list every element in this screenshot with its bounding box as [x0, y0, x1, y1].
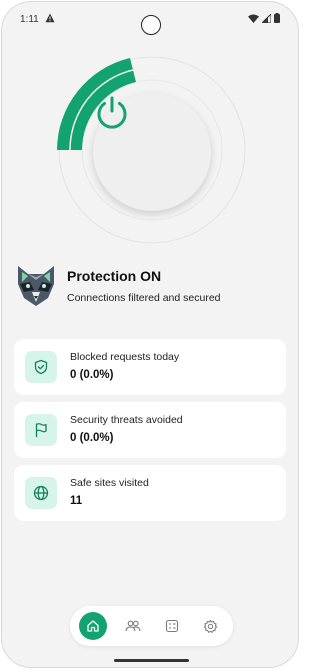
- status-icons: [248, 12, 280, 26]
- raccoon-logo: [14, 264, 58, 308]
- power-button[interactable]: [93, 93, 211, 211]
- stat-card-threats: Security threats avoided 0 (0.0%): [14, 402, 286, 458]
- nav-users[interactable]: [119, 612, 147, 640]
- battery-icon: [274, 13, 280, 26]
- shield-icon: [25, 351, 57, 383]
- globe-icon: [25, 477, 57, 509]
- home-icon: [87, 620, 99, 632]
- stat-value: 0 (0.0%): [70, 432, 114, 444]
- bottom-nav: [70, 606, 233, 646]
- signal-icon: [260, 12, 272, 26]
- protection-status: Protection ON Connections filtered and s…: [14, 264, 286, 314]
- status-time: 1:11: [20, 14, 39, 25]
- stat-value: 11: [70, 495, 83, 507]
- warning-icon: [45, 13, 55, 26]
- protection-subtitle: Connections filtered and secured: [67, 292, 221, 304]
- nav-home[interactable]: [79, 612, 107, 640]
- camera-cutout: [141, 15, 161, 35]
- stat-value: 0 (0.0%): [70, 369, 114, 381]
- flag-icon: [25, 414, 57, 446]
- power-icon: [97, 96, 127, 129]
- stat-label: Safe sites visited: [70, 477, 149, 489]
- stat-card-blocked: Blocked requests today 0 (0.0%): [14, 339, 286, 395]
- protection-ring: [44, 42, 260, 258]
- nav-settings[interactable]: [196, 612, 224, 640]
- nav-checklist[interactable]: [158, 612, 186, 640]
- stat-card-safe-sites: Safe sites visited 11: [14, 465, 286, 521]
- gesture-bar[interactable]: [114, 659, 189, 662]
- stat-label: Blocked requests today: [70, 351, 180, 363]
- stat-label: Security threats avoided: [70, 414, 183, 426]
- wifi-icon: [248, 14, 259, 26]
- checklist-icon: [165, 619, 179, 633]
- users-icon: [125, 620, 141, 632]
- gear-icon: [203, 619, 217, 633]
- protection-title: Protection ON: [67, 268, 162, 284]
- phone-screen: 1:11 Protection ON Connections filtered …: [1, 1, 299, 668]
